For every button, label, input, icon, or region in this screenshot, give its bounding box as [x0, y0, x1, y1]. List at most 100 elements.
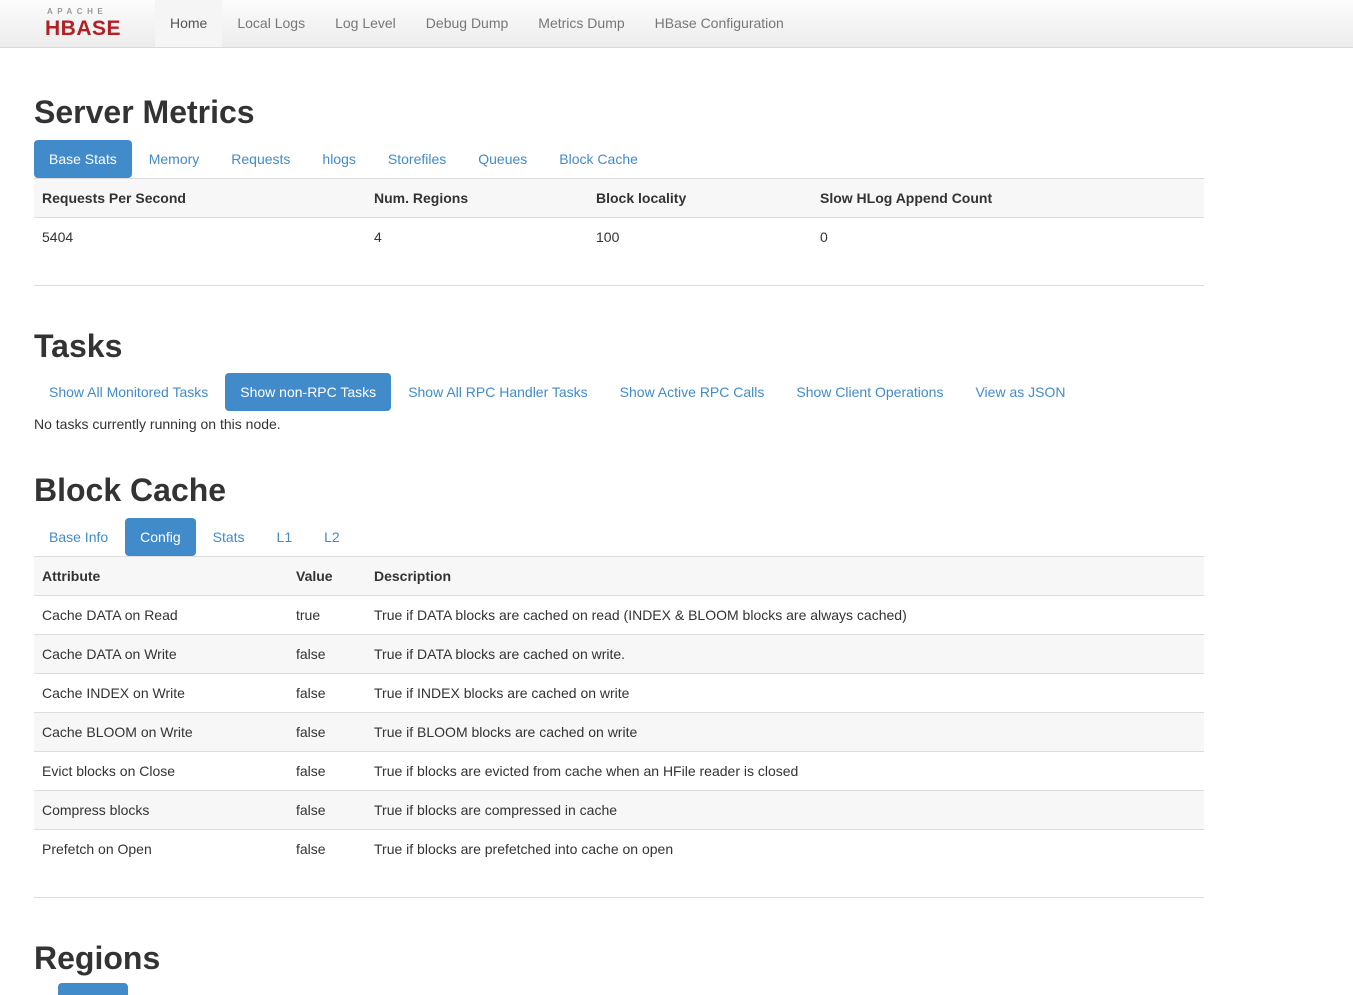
block-cache-tab-content: Attribute Value Description Cache DATA o… — [34, 556, 1204, 898]
show-all-monitored-tasks-button[interactable]: Show All Monitored Tasks — [34, 373, 223, 411]
top-navbar: APACHE HBASE Home Local Logs Log Level D… — [0, 0, 1353, 48]
value-cell: false — [288, 830, 366, 869]
tab-l1[interactable]: L1 — [262, 518, 308, 556]
attribute-cell: Compress blocks — [34, 791, 288, 830]
tab-base-info[interactable]: Base Info — [34, 518, 123, 556]
nav-item-local-logs[interactable]: Local Logs — [222, 0, 320, 47]
tab-l2[interactable]: L2 — [309, 518, 355, 556]
block-cache-title: Block Cache — [34, 473, 1204, 507]
show-client-operations-button[interactable]: Show Client Operations — [781, 373, 958, 411]
server-metrics-tabs: Base Stats Memory Requests hlogs Storefi… — [34, 140, 1204, 178]
attribute-cell: Evict blocks on Close — [34, 752, 288, 791]
show-all-rpc-handler-tasks-link[interactable]: Show All RPC Handler Tasks — [393, 373, 602, 411]
table-row: Cache DATA on Read true True if DATA blo… — [34, 596, 1204, 635]
value-cell: false — [288, 791, 366, 830]
attribute-cell: Cache BLOOM on Write — [34, 713, 288, 752]
attribute-cell: Prefetch on Open — [34, 830, 288, 869]
slow-hlog-append-count-value: 0 — [812, 218, 1204, 257]
description-cell: True if blocks are prefetched into cache… — [366, 830, 1204, 869]
tab-config-link[interactable]: Config — [125, 518, 195, 556]
show-active-rpc-calls-button[interactable]: Show Active RPC Calls — [605, 373, 780, 411]
show-non-rpc-tasks-link[interactable]: Show non-RPC Tasks — [225, 373, 391, 411]
tab-base-info-link[interactable]: Base Info — [34, 518, 123, 556]
table-row: Compress blocks false True if blocks are… — [34, 791, 1204, 830]
description-cell: True if blocks are evicted from cache wh… — [366, 752, 1204, 791]
value-cell: false — [288, 674, 366, 713]
nav-link-local-logs[interactable]: Local Logs — [222, 0, 320, 47]
table-row: Prefetch on Open false True if blocks ar… — [34, 830, 1204, 869]
nav-link-home[interactable]: Home — [155, 0, 222, 47]
tab-memory-link[interactable]: Memory — [134, 140, 215, 178]
attribute-cell: Cache DATA on Write — [34, 635, 288, 674]
server-metrics-title: Server Metrics — [34, 95, 1204, 129]
tab-block-cache-link[interactable]: Block Cache — [544, 140, 653, 178]
table-header-row: Attribute Value Description — [34, 557, 1204, 596]
description-cell: True if blocks are compressed in cache — [366, 791, 1204, 830]
tab-l2-link[interactable]: L2 — [309, 518, 355, 556]
nav-link-debug-dump[interactable]: Debug Dump — [411, 0, 524, 47]
column-header: Description — [366, 557, 1204, 596]
tab-memory[interactable]: Memory — [134, 140, 215, 178]
num-regions-value: 4 — [366, 218, 588, 257]
tab-hlogs[interactable]: hlogs — [307, 140, 370, 178]
nav-item-home[interactable]: Home — [155, 0, 222, 47]
nav-link-metrics-dump[interactable]: Metrics Dump — [523, 0, 639, 47]
tab-queues-link[interactable]: Queues — [463, 140, 542, 178]
view-as-json-button[interactable]: View as JSON — [960, 373, 1080, 411]
tab-hlogs-link[interactable]: hlogs — [307, 140, 370, 178]
show-all-rpc-handler-tasks-button[interactable]: Show All RPC Handler Tasks — [393, 373, 602, 411]
nav-item-metrics-dump[interactable]: Metrics Dump — [523, 0, 639, 47]
table-row: Cache INDEX on Write false True if INDEX… — [34, 674, 1204, 713]
tab-block-cache[interactable]: Block Cache — [544, 140, 653, 178]
description-cell: True if DATA blocks are cached on read (… — [366, 596, 1204, 635]
nav-link-hbase-configuration[interactable]: HBase Configuration — [640, 0, 799, 47]
tab-base-stats-link[interactable]: Base Stats — [34, 140, 132, 178]
main-content: Server Metrics Base Stats Memory Request… — [34, 95, 1204, 995]
nav-item-log-level[interactable]: Log Level — [320, 0, 411, 47]
tab-queues[interactable]: Queues — [463, 140, 542, 178]
tab-base-stats[interactable]: Base Stats — [34, 140, 132, 178]
requests-per-second-value: 5404 — [34, 218, 366, 257]
show-non-rpc-tasks-button[interactable]: Show non-RPC Tasks — [225, 373, 391, 411]
description-cell: True if INDEX blocks are cached on write — [366, 674, 1204, 713]
regions-tabs: Base Info — [58, 983, 1204, 995]
tab-config[interactable]: Config — [125, 518, 195, 556]
show-active-rpc-calls-link[interactable]: Show Active RPC Calls — [605, 373, 780, 411]
tab-stats[interactable]: Stats — [198, 518, 260, 556]
nav-item-debug-dump[interactable]: Debug Dump — [411, 0, 524, 47]
tasks-empty-message: No tasks currently running on this node. — [34, 414, 1204, 434]
show-all-monitored-tasks-link[interactable]: Show All Monitored Tasks — [34, 373, 223, 411]
server-metrics-tab-content: Requests Per Second Num. Regions Block l… — [34, 178, 1204, 286]
tab-regions-base-info-link[interactable]: Base Info — [58, 983, 128, 995]
column-header: Slow HLog Append Count — [812, 179, 1204, 218]
view-as-json-link[interactable]: View as JSON — [960, 373, 1080, 411]
tasks-title: Tasks — [34, 329, 1204, 363]
block-locality-value: 100 — [588, 218, 812, 257]
tab-storefiles-link[interactable]: Storefiles — [373, 140, 461, 178]
column-header: Value — [288, 557, 366, 596]
table-row: Cache DATA on Write false True if DATA b… — [34, 635, 1204, 674]
block-cache-tabs: Base Info Config Stats L1 L2 — [34, 518, 1204, 556]
table-row: 5404 4 100 0 — [34, 218, 1204, 257]
navbar-menu: Home Local Logs Log Level Debug Dump Met… — [155, 0, 799, 47]
block-cache-config-table: Attribute Value Description Cache DATA o… — [34, 556, 1204, 868]
tab-stats-link[interactable]: Stats — [198, 518, 260, 556]
nav-item-hbase-configuration[interactable]: HBase Configuration — [640, 0, 799, 47]
tab-requests[interactable]: Requests — [216, 140, 305, 178]
tab-regions-base-info[interactable]: Base Info — [58, 983, 128, 995]
tab-storefiles[interactable]: Storefiles — [373, 140, 461, 178]
table-row: Evict blocks on Close false True if bloc… — [34, 752, 1204, 791]
tab-requests-link[interactable]: Requests — [216, 140, 305, 178]
value-cell: false — [288, 752, 366, 791]
table-header-row: Requests Per Second Num. Regions Block l… — [34, 179, 1204, 218]
column-header: Block locality — [588, 179, 812, 218]
value-cell: true — [288, 596, 366, 635]
nav-link-log-level[interactable]: Log Level — [320, 0, 411, 47]
tab-l1-link[interactable]: L1 — [262, 518, 308, 556]
logo-apache-text: APACHE — [45, 8, 137, 16]
show-client-operations-link[interactable]: Show Client Operations — [781, 373, 958, 411]
hbase-logo[interactable]: APACHE HBASE — [45, 0, 137, 47]
description-cell: True if BLOOM blocks are cached on write — [366, 713, 1204, 752]
tasks-buttons: Show All Monitored Tasks Show non-RPC Ta… — [34, 373, 1204, 411]
column-header: Num. Regions — [366, 179, 588, 218]
